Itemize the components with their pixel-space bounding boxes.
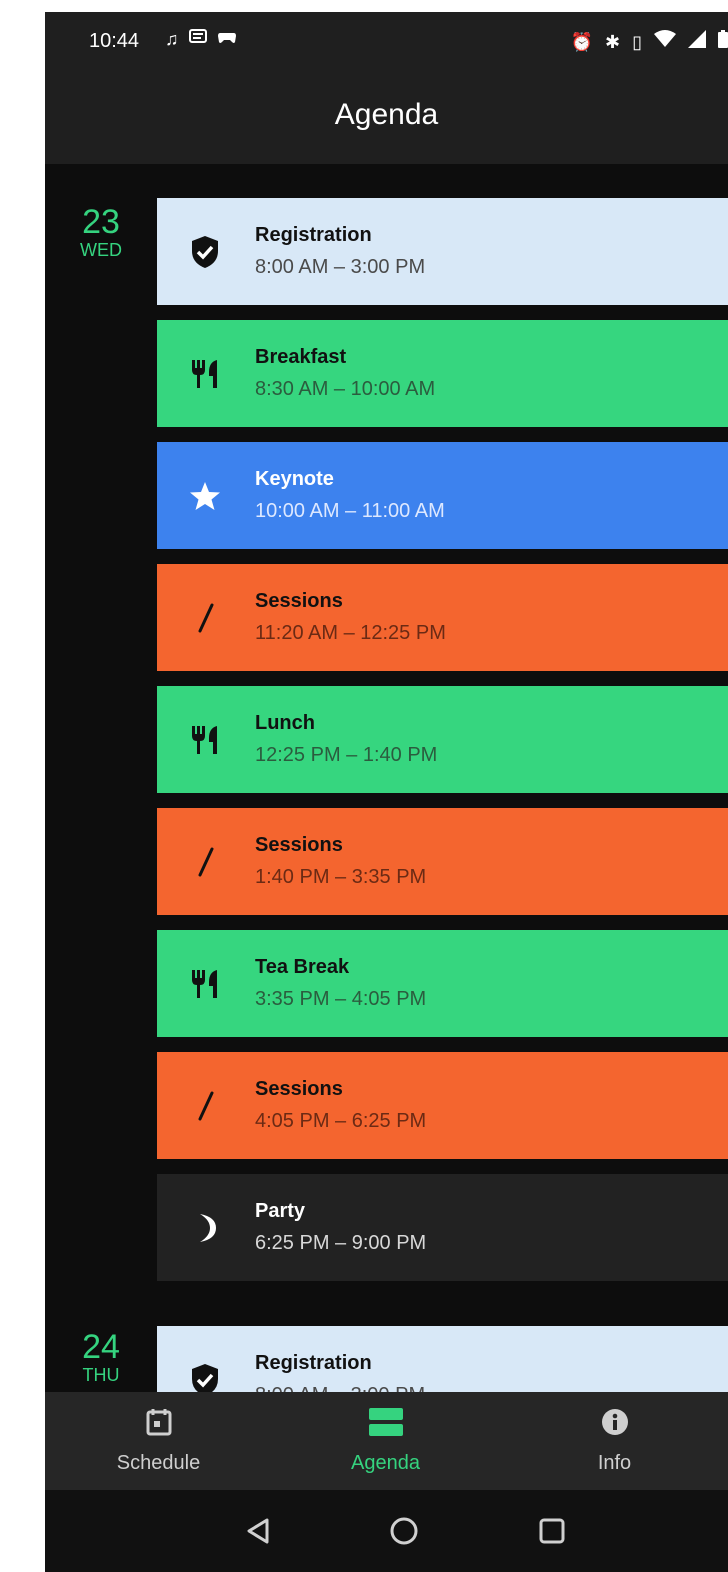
calendar-icon	[45, 1408, 272, 1438]
event-title: Sessions	[255, 834, 343, 856]
battery-icon	[718, 30, 728, 53]
star-icon	[187, 478, 223, 514]
event-card-tea-break[interactable]: Tea Break 3:35 PM – 4:05 PM	[157, 930, 728, 1037]
gamepad-icon	[217, 28, 237, 50]
event-title: Registration	[255, 224, 372, 246]
event-title: Sessions	[255, 1078, 343, 1100]
fork-knife-icon	[187, 722, 223, 758]
event-time: 1:40 PM – 3:35 PM	[255, 866, 427, 888]
event-time: 8:00 AM – 3:00 PM	[255, 1384, 425, 1392]
day-label-23: 23 WED	[45, 204, 157, 260]
signal-icon	[688, 30, 706, 53]
event-card-party[interactable]: Party 6:25 PM – 9:00 PM	[157, 1174, 728, 1281]
nav-item-info[interactable]: Info	[501, 1392, 728, 1490]
day-weekday: WED	[80, 240, 122, 260]
event-title: Keynote	[255, 468, 334, 490]
day-label-24: 24 THU	[45, 1329, 157, 1385]
nav-item-agenda[interactable]: Agenda	[272, 1392, 499, 1490]
wifi-icon	[654, 30, 676, 53]
phone-screen: 10:44 ♫ ⏰ ✱ ▯ Agenda 23 WED 24 THU Regis…	[45, 12, 728, 1572]
message-icon	[188, 28, 207, 50]
event-card-lunch[interactable]: Lunch 12:25 PM – 1:40 PM	[157, 686, 728, 793]
event-time: 8:30 AM – 10:00 AM	[255, 378, 436, 400]
event-time: 4:05 PM – 6:25 PM	[255, 1110, 427, 1132]
event-card-sessions[interactable]: Sessions 4:05 PM – 6:25 PM	[157, 1052, 728, 1159]
status-time: 10:44	[89, 30, 140, 52]
slash-icon	[187, 844, 223, 880]
nav-label: Schedule	[116, 1452, 201, 1474]
recents-icon[interactable]	[535, 1514, 569, 1548]
fork-knife-icon	[187, 966, 223, 1002]
event-card-breakfast[interactable]: Breakfast 8:30 AM – 10:00 AM	[157, 320, 728, 427]
slash-icon	[187, 600, 223, 636]
event-title: Breakfast	[255, 346, 347, 368]
moon-icon	[187, 1210, 223, 1246]
nav-label: Info	[597, 1452, 632, 1474]
event-time: 10:00 AM – 11:00 AM	[255, 500, 445, 522]
event-title: Sessions	[255, 590, 343, 612]
slash-icon	[187, 1088, 223, 1124]
bottom-navigation: Schedule Agenda Info	[45, 1392, 728, 1490]
event-card-sessions[interactable]: Sessions 11:20 AM – 12:25 PM	[157, 564, 728, 671]
event-time: 8:00 AM – 3:00 PM	[255, 256, 426, 278]
agenda-list[interactable]: 23 WED 24 THU Registration 8:00 AM – 3:0…	[45, 164, 728, 1392]
event-time: 6:25 PM – 9:00 PM	[255, 1232, 427, 1254]
day-weekday: THU	[82, 1365, 120, 1385]
shield-check-icon	[187, 1362, 223, 1392]
agenda-icon	[272, 1408, 499, 1438]
alarm-icon: ⏰	[570, 31, 593, 52]
day-number: 23	[82, 203, 120, 241]
event-card-registration[interactable]: Registration 8:00 AM – 3:00 PM	[157, 198, 728, 305]
event-time: 12:25 PM – 1:40 PM	[255, 744, 438, 766]
event-card-registration[interactable]: Registration 8:00 AM – 3:00 PM	[157, 1326, 728, 1392]
system-navigation-bar	[45, 1490, 728, 1572]
event-time: 3:35 PM – 4:05 PM	[255, 988, 427, 1010]
event-title: Party	[255, 1200, 306, 1222]
event-card-sessions[interactable]: Sessions 1:40 PM – 3:35 PM	[157, 808, 728, 915]
home-icon[interactable]	[387, 1514, 421, 1548]
app-bar: Agenda	[45, 76, 728, 164]
status-bar: 10:44 ♫ ⏰ ✱ ▯	[45, 12, 728, 76]
event-card-keynote[interactable]: Keynote 10:00 AM – 11:00 AM	[157, 442, 728, 549]
nav-item-schedule[interactable]: Schedule	[45, 1392, 272, 1490]
nav-label: Agenda	[351, 1452, 420, 1474]
shield-check-icon	[187, 234, 223, 270]
event-title: Lunch	[255, 712, 315, 734]
day-number: 24	[82, 1328, 120, 1366]
vibrate-icon: ▯	[632, 31, 642, 52]
bluetooth-icon: ✱	[605, 31, 621, 52]
page-title: Agenda	[334, 98, 439, 131]
status-left-icons: ♫	[165, 28, 237, 50]
status-right-icons: ⏰ ✱ ▯	[571, 30, 728, 53]
back-icon[interactable]	[241, 1514, 275, 1548]
music-note-icon: ♫	[165, 29, 179, 49]
fork-knife-icon	[187, 356, 223, 392]
info-icon	[501, 1408, 728, 1438]
event-title: Registration	[255, 1352, 372, 1374]
event-title: Tea Break	[255, 956, 350, 978]
event-time: 11:20 AM – 12:25 PM	[255, 622, 446, 644]
